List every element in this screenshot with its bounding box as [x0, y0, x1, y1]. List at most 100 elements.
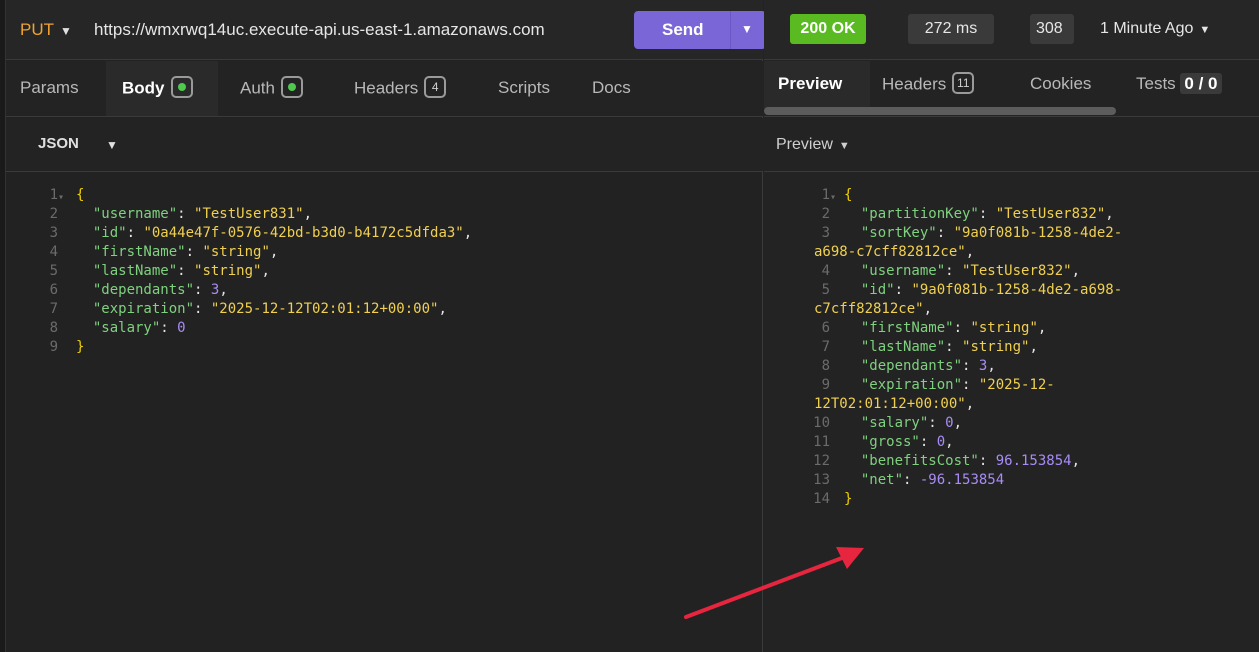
- response-status-bar: 200 OK 272 ms 308 1 Minute Ago ▼: [764, 0, 1259, 60]
- json-token: :: [936, 225, 954, 241]
- json-value: "0a44e47f-0576-42bd-b3d0-b4172c5dfda3": [143, 225, 464, 241]
- code-line: 4 "firstName": "string",: [6, 243, 763, 262]
- tab-headers[interactable]: Headers 4: [354, 76, 447, 100]
- code-text: c7cff82812ce",: [814, 300, 932, 319]
- tab-response-headers-label: Headers: [882, 74, 947, 94]
- body-type-selector[interactable]: JSON: [38, 135, 79, 152]
- json-token: 12T02:01:12+00:00": [814, 396, 966, 412]
- json-key: "id": [92, 225, 127, 241]
- json-value: "TestUser831": [194, 206, 304, 222]
- line-number: 5: [49, 263, 58, 279]
- api-client-window: PUT ▼ https://wmxrwq14uc.execute-api.us-e…: [0, 0, 1259, 652]
- json-token: "benefitsCost": [844, 453, 979, 469]
- tab-docs[interactable]: Docs: [592, 78, 631, 98]
- code-text: 12T02:01:12+00:00",: [814, 395, 974, 414]
- code-text: a698-c7cff82812ce",: [814, 243, 974, 262]
- json-token: :: [919, 434, 937, 450]
- tabs-scrollbar[interactable]: [764, 107, 1116, 115]
- code-line: 5 "id": "9a0f081b-1258-4de2-a698-: [764, 281, 1259, 300]
- preview-mode-selector[interactable]: Preview ▼: [776, 136, 850, 154]
- code-line: 7 "lastName": "string",: [764, 338, 1259, 357]
- preview-mode-label: Preview: [776, 136, 833, 153]
- json-token: :: [903, 472, 920, 488]
- tab-body[interactable]: Body: [122, 76, 193, 100]
- tab-response-headers[interactable]: Headers 11: [882, 72, 975, 96]
- chevron-down-icon[interactable]: ▼: [106, 138, 118, 152]
- code-line: 6 "firstName": "string",: [764, 319, 1259, 338]
- tab-auth[interactable]: Auth: [240, 76, 303, 100]
- json-token: ,: [1029, 339, 1038, 355]
- json-token: 0: [936, 434, 946, 450]
- code-line: 14}: [764, 490, 1259, 509]
- method-selector[interactable]: PUT ▼: [20, 20, 72, 40]
- code-line: 2 "username": "TestUser831",: [6, 205, 763, 224]
- json-comma: ,: [261, 263, 270, 279]
- code-line: 8 "dependants": 3,: [764, 357, 1259, 376]
- json-token: "lastName": [844, 339, 946, 355]
- tab-scripts-label: Scripts: [498, 78, 550, 97]
- tab-cookies[interactable]: Cookies: [1030, 74, 1091, 94]
- json-token: "TestUser832": [995, 206, 1106, 222]
- code-text: "id": "9a0f081b-1258-4de2-a698-: [844, 281, 1122, 300]
- code-line: 2 "partitionKey": "TestUser832",: [764, 205, 1259, 224]
- json-token: ,: [1105, 206, 1114, 222]
- json-token: :: [962, 358, 979, 374]
- response-history-selector[interactable]: 1 Minute Ago ▼: [1100, 20, 1210, 38]
- line-number: 9: [49, 339, 58, 355]
- json-value: "2025-12-12T02:01:12+00:00": [210, 301, 439, 317]
- code-line: 8 "salary": 0: [6, 319, 763, 338]
- tab-tests[interactable]: Tests 0 / 0: [1136, 73, 1222, 94]
- code-line: 13 "net": -96.153854: [764, 471, 1259, 490]
- json-comma: ,: [438, 301, 447, 317]
- line-number: 8: [49, 320, 58, 336]
- line-number: 7: [821, 339, 830, 355]
- code-text: "lastName": "string",: [844, 338, 1038, 357]
- code-line: 1 ▾{: [764, 186, 1259, 205]
- json-token: "string": [962, 339, 1030, 355]
- code-text: {: [844, 186, 852, 205]
- tab-scripts[interactable]: Scripts: [498, 78, 550, 98]
- line-number: 1: [49, 187, 58, 203]
- send-button[interactable]: Send ▼: [634, 11, 766, 49]
- json-key: "dependants": [92, 282, 195, 298]
- json-token: :: [953, 320, 971, 336]
- json-token: 96.153854: [995, 453, 1072, 469]
- json-token: c7cff82812ce": [814, 301, 924, 317]
- code-text: }: [844, 490, 852, 509]
- brace: }: [76, 339, 85, 355]
- json-token: {: [844, 187, 853, 203]
- tab-preview[interactable]: Preview: [778, 74, 842, 94]
- request-tabs: Params Body Auth Headers 4 Scripts Docs: [6, 61, 763, 117]
- line-number: 7: [49, 301, 58, 317]
- json-token: ,: [953, 415, 963, 431]
- json-token: "9a0f081b-1258-4de2-: [953, 225, 1123, 241]
- json-key: "expiration": [92, 301, 195, 317]
- line-number: 1: [821, 187, 830, 203]
- json-key: "lastName": [92, 263, 178, 279]
- status-badge: 200 OK: [790, 14, 866, 44]
- code-line: 1 ▾{: [6, 186, 763, 205]
- code-line: 10 "salary": 0,: [764, 414, 1259, 433]
- json-token: "2025-12-: [978, 377, 1055, 393]
- code-line: 3 "id": "0a44e47f-0576-42bd-b3d0-b4172c5…: [6, 224, 763, 243]
- send-options-chevron-icon[interactable]: ▼: [741, 22, 753, 36]
- auth-enabled-dot-icon: [280, 76, 303, 98]
- json-value: "string": [202, 244, 270, 260]
- json-token: :: [978, 206, 996, 222]
- json-token: "string": [970, 320, 1038, 336]
- code-text: "sortKey": "9a0f081b-1258-4de2-: [844, 224, 1122, 243]
- json-token: "net": [844, 472, 904, 488]
- json-token: "TestUser832": [962, 263, 1072, 279]
- tests-score-badge: 0 / 0: [1180, 73, 1222, 94]
- code-line: 11 "gross": 0,: [764, 433, 1259, 452]
- code-text: "username": "TestUser832",: [844, 262, 1080, 281]
- json-token: -96.153854: [919, 472, 1005, 488]
- tab-params[interactable]: Params: [20, 78, 79, 98]
- request-body-editor[interactable]: 1 ▾{2 "username": "TestUser831", 3 "id": "…: [6, 180, 763, 650]
- line-number: 6: [821, 320, 830, 336]
- url-input[interactable]: https://wmxrwq14uc.execute-api.us-east-1…: [94, 20, 624, 40]
- json-token: "firstName": [844, 320, 954, 336]
- code-line: 7 "expiration": "2025-12-12T02:01:12+00:…: [6, 300, 763, 319]
- tab-cookies-label: Cookies: [1030, 74, 1092, 93]
- chevron-down-icon: ▼: [838, 140, 850, 152]
